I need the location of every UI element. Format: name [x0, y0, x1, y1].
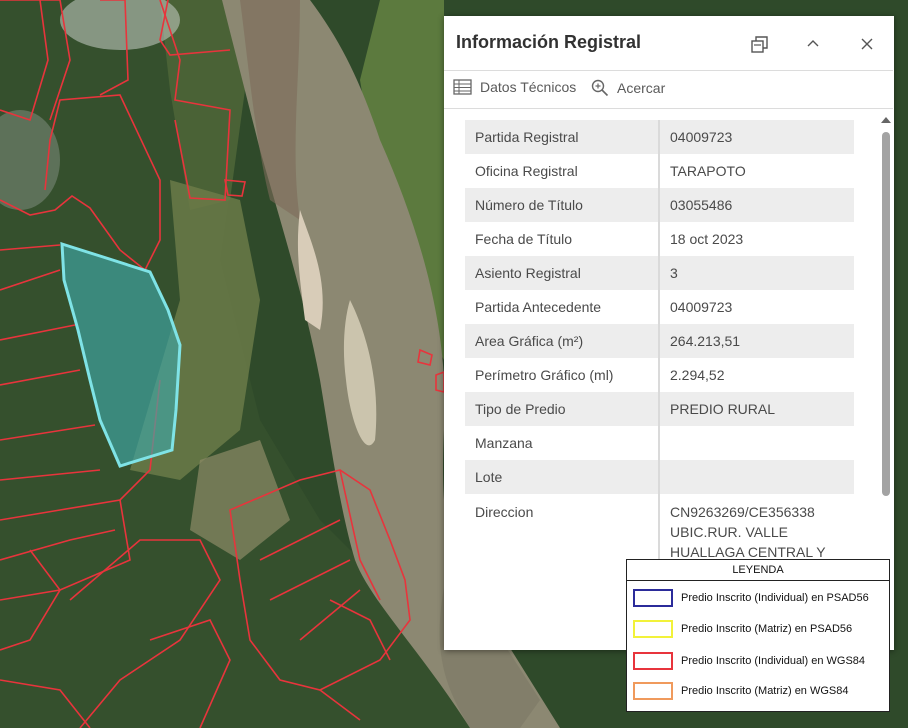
- zoom-to-label: Acercar: [617, 80, 666, 96]
- field-value: 04009723: [670, 299, 733, 315]
- table-row: Fecha de Título 18 oct 2023: [465, 222, 854, 256]
- field-label: Area Gráfica (m²): [465, 324, 660, 358]
- field-value: [659, 426, 854, 460]
- field-label: Tipo de Predio: [465, 392, 660, 426]
- legend-panel: LEYENDA Predio Inscrito (Individual) en …: [626, 559, 890, 712]
- field-label: Asiento Registral: [465, 256, 660, 290]
- field-value: 03055486: [659, 188, 854, 222]
- field-label: Número de Título: [465, 188, 660, 222]
- field-label: Partida Registral: [465, 120, 660, 154]
- legend-item: Predio Inscrito (Matriz) en PSAD56: [633, 620, 852, 638]
- legend-item: Predio Inscrito (Matriz) en WGS84: [633, 682, 849, 700]
- table-row: Direccion CN9263269/CE356338 UBIC.RUR. V…: [465, 494, 854, 562]
- scroll-up-arrow-icon[interactable]: [879, 114, 893, 126]
- field-value: 2.294,52: [670, 367, 725, 383]
- address-line: CN9263269/CE356338: [670, 504, 815, 520]
- field-value: 3: [659, 256, 854, 290]
- table-row: Número de Título 03055486: [465, 188, 854, 222]
- field-value: 04009723: [659, 120, 854, 154]
- zoom-in-icon: [591, 79, 609, 97]
- field-label: Partida Antecedente: [465, 290, 660, 324]
- legend-item: Predio Inscrito (Individual) en PSAD56: [633, 589, 869, 607]
- table-row: Perímetro Gráfico (ml) 2.294,52: [465, 358, 854, 392]
- popup-title: Información Registral: [456, 32, 642, 52]
- table-row: Partida Registral 04009723: [465, 120, 854, 154]
- table-row: Partida Antecedente 04009723: [465, 290, 854, 324]
- collapse-button[interactable]: [797, 30, 829, 58]
- popup-header: Información Registral: [444, 16, 894, 70]
- table-row: Manzana: [465, 426, 854, 460]
- legend-label: Predio Inscrito (Matriz) en WGS84: [681, 685, 849, 697]
- legend-swatch-yellow: [633, 620, 673, 638]
- legend-label: Predio Inscrito (Matriz) en PSAD56: [681, 623, 853, 635]
- field-label: Direccion: [465, 494, 660, 562]
- address-line: UBIC.RUR. VALLE: [670, 524, 788, 540]
- field-label: Perímetro Gráfico (ml): [465, 358, 660, 392]
- dock-button[interactable]: [744, 30, 776, 58]
- technical-data-action[interactable]: Datos Técnicos: [453, 79, 576, 95]
- field-value: PREDIO RURAL: [659, 392, 854, 426]
- field-value: [659, 460, 854, 494]
- legend-swatch-red: [633, 652, 673, 670]
- table-row: Area Gráfica (m²) 264.213,51: [465, 324, 854, 358]
- field-label: Fecha de Título: [465, 222, 660, 256]
- table-row: Asiento Registral 3: [465, 256, 854, 290]
- table-row: Tipo de Predio PREDIO RURAL: [465, 392, 854, 426]
- field-value: TARAPOTO: [670, 163, 746, 179]
- technical-data-label: Datos Técnicos: [480, 79, 577, 95]
- legend-item: Predio Inscrito (Individual) en WGS84: [633, 652, 865, 670]
- chevron-up-icon: [807, 40, 819, 47]
- field-label: Oficina Registral: [465, 154, 660, 188]
- table-row: Oficina Registral TARAPOTO: [465, 154, 854, 188]
- zoom-to-action[interactable]: Acercar: [591, 79, 665, 97]
- close-button[interactable]: [851, 30, 883, 58]
- field-label: Manzana: [465, 426, 660, 460]
- popup-toolbar: Datos Técnicos Acercar: [444, 70, 893, 109]
- field-value: 18 oct 2023: [670, 231, 744, 247]
- close-icon: [861, 38, 873, 50]
- legend-title: LEYENDA: [627, 560, 889, 581]
- legend-swatch-blue: [633, 589, 673, 607]
- field-value-address: CN9263269/CE356338 UBIC.RUR. VALLE HUALL…: [659, 494, 854, 562]
- legend-swatch-orange: [633, 682, 673, 700]
- field-value: 264.213,51: [659, 324, 854, 358]
- dock-icon: [751, 36, 768, 53]
- table-icon: [453, 79, 472, 95]
- info-popup: Información Registral Datos Técnicos Ace…: [444, 16, 894, 650]
- legend-label: Predio Inscrito (Individual) en PSAD56: [681, 592, 869, 604]
- legend-label: Predio Inscrito (Individual) en WGS84: [681, 655, 866, 667]
- table-row: Lote: [465, 460, 854, 494]
- attribute-table: Partida Registral 04009723 Oficina Regist…: [465, 120, 854, 562]
- scrollbar-thumb[interactable]: [882, 132, 890, 496]
- field-label: Lote: [465, 460, 660, 494]
